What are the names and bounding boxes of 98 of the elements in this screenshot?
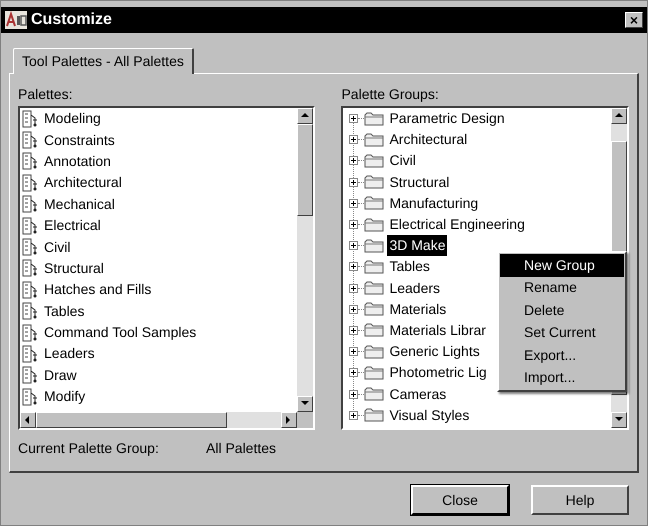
palette-icon bbox=[22, 195, 38, 214]
expand-icon[interactable] bbox=[349, 304, 358, 314]
palette-icon bbox=[22, 280, 38, 299]
palette-icon bbox=[22, 174, 38, 192]
palette-icon bbox=[22, 216, 38, 235]
current-group-label: Current Palette Group: bbox=[18, 439, 160, 458]
tree-item[interactable]: Electrical Engineering bbox=[387, 214, 527, 236]
tree-item[interactable]: Materials bbox=[387, 298, 448, 320]
palette-icon bbox=[22, 152, 38, 170]
menu-item[interactable]: Rename bbox=[500, 276, 624, 299]
palette-icon bbox=[22, 110, 38, 128]
scrollbar-corner bbox=[297, 412, 314, 428]
palettes-label: Palettes: bbox=[18, 85, 74, 104]
expand-icon[interactable] bbox=[349, 347, 358, 356]
palette-item[interactable]: Mechanical bbox=[22, 194, 298, 215]
tree-item[interactable]: Manufacturing bbox=[387, 192, 480, 214]
expand-icon[interactable] bbox=[349, 198, 358, 208]
palette-icon bbox=[22, 324, 38, 342]
tree-item[interactable]: Visual Styles bbox=[387, 404, 472, 426]
palette-item[interactable]: Draw bbox=[22, 364, 298, 386]
scroll-right-button[interactable] bbox=[281, 412, 298, 428]
tree-item[interactable]: Parametric Design bbox=[387, 108, 507, 130]
folder-icon bbox=[364, 196, 384, 210]
palette-item[interactable]: Command Tool Samples bbox=[22, 322, 298, 344]
palette-icon bbox=[22, 366, 38, 384]
palette-icon bbox=[22, 259, 38, 278]
expand-icon[interactable] bbox=[349, 284, 358, 293]
expand-icon[interactable] bbox=[349, 368, 358, 378]
palette-item[interactable]: Modeling bbox=[22, 108, 298, 130]
menu-item[interactable]: Export... bbox=[500, 344, 624, 366]
folder-icon bbox=[364, 175, 384, 190]
folder-icon bbox=[364, 366, 384, 380]
palette-groups-label: Palette Groups: bbox=[341, 85, 440, 104]
menu-item[interactable]: New Group bbox=[500, 254, 624, 276]
palette-icon bbox=[22, 344, 38, 363]
palette-item[interactable]: Tables bbox=[22, 300, 298, 322]
palette-item[interactable]: Modify bbox=[22, 386, 298, 408]
menu-item[interactable]: Import... bbox=[500, 366, 624, 389]
palette-icon bbox=[22, 388, 38, 406]
tree-item[interactable]: Photometric Lig bbox=[387, 362, 489, 384]
expand-icon[interactable] bbox=[349, 220, 358, 230]
tree-item[interactable]: Leaders bbox=[387, 278, 442, 299]
folder-icon bbox=[364, 344, 384, 359]
expand-icon[interactable] bbox=[349, 178, 358, 187]
tree-item[interactable]: 3D Make bbox=[387, 235, 448, 256]
tab[interactable]: Tool Palettes - All Palettes bbox=[13, 48, 194, 74]
tree-item[interactable]: Tables bbox=[387, 256, 432, 278]
palette-icon bbox=[22, 131, 38, 150]
scroll-up-button[interactable] bbox=[297, 108, 314, 124]
folder-icon bbox=[364, 281, 384, 296]
tree-item[interactable]: Structural bbox=[387, 172, 452, 193]
palette-item[interactable]: Architectural bbox=[22, 172, 298, 194]
palette-item[interactable]: Leaders bbox=[22, 343, 298, 365]
tree-item[interactable]: Architectural bbox=[387, 129, 470, 150]
close-button[interactable]: × bbox=[625, 12, 643, 28]
folder-icon bbox=[364, 302, 384, 316]
expand-icon[interactable] bbox=[349, 114, 358, 124]
scroll-left-button[interactable] bbox=[20, 412, 36, 428]
palette-icon bbox=[22, 302, 38, 320]
folder-icon bbox=[364, 154, 384, 168]
tree-item[interactable]: Cameras bbox=[387, 384, 448, 405]
expand-icon[interactable] bbox=[349, 262, 358, 272]
tree-item[interactable]: Civil bbox=[387, 150, 418, 172]
close-dialog-button[interactable]: Close bbox=[411, 485, 509, 515]
folder-icon bbox=[364, 260, 384, 274]
scrollbar-thumb[interactable] bbox=[36, 412, 228, 428]
app-icon bbox=[5, 11, 27, 29]
palette-item[interactable]: Structural bbox=[22, 258, 298, 280]
palette-item[interactable]: Constraints bbox=[22, 129, 298, 151]
scroll-up-button[interactable] bbox=[611, 108, 627, 124]
menu-item[interactable]: Delete bbox=[500, 299, 624, 322]
palette-item[interactable]: Electrical bbox=[22, 214, 298, 236]
palette-icon bbox=[22, 238, 38, 256]
window-title: Customize bbox=[31, 10, 113, 30]
palette-item[interactable]: Civil bbox=[22, 236, 298, 258]
folder-icon bbox=[364, 408, 384, 422]
folder-icon bbox=[364, 323, 384, 338]
expand-icon[interactable] bbox=[349, 390, 358, 399]
palette-item[interactable]: Hatches and Fills bbox=[22, 279, 298, 301]
folder-icon bbox=[364, 387, 384, 402]
tree-item[interactable]: Materials Librar bbox=[387, 320, 488, 341]
expand-icon[interactable] bbox=[349, 326, 358, 335]
current-group-value: All Palettes bbox=[206, 439, 276, 458]
palette-item[interactable]: Annotation bbox=[22, 150, 298, 172]
scroll-down-button[interactable] bbox=[611, 412, 627, 428]
folder-icon bbox=[364, 112, 384, 126]
folder-icon bbox=[364, 132, 384, 147]
scroll-down-button[interactable] bbox=[297, 396, 314, 412]
folder-icon bbox=[364, 218, 384, 232]
folder-icon bbox=[364, 238, 384, 253]
help-button[interactable]: Help bbox=[531, 485, 629, 515]
expand-icon[interactable] bbox=[349, 135, 358, 144]
scrollbar-thumb[interactable] bbox=[297, 124, 314, 216]
menu-item[interactable]: Set Current bbox=[500, 322, 624, 344]
expand-icon[interactable] bbox=[349, 156, 358, 166]
expand-icon[interactable] bbox=[349, 410, 358, 420]
expand-icon[interactable] bbox=[349, 241, 358, 250]
tree-item[interactable]: Generic Lights bbox=[387, 341, 482, 362]
